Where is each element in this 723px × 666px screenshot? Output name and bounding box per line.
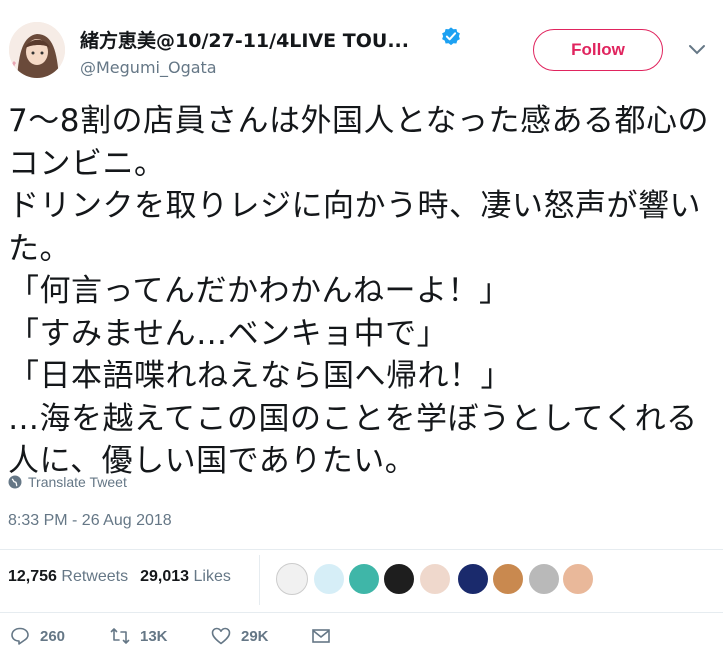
liker-avatar[interactable] [562, 563, 594, 595]
liker-avatar[interactable] [492, 563, 524, 595]
engagement-stats: 12,756 Retweets 29,013 Likes [8, 568, 231, 586]
liker-avatar[interactable] [313, 563, 345, 595]
liker-avatar[interactable] [457, 563, 489, 595]
divider [0, 612, 723, 613]
retweets-label: Retweets [61, 568, 129, 585]
reply-icon [11, 627, 29, 645]
translate-label[interactable]: Translate Tweet [28, 474, 127, 490]
liker-avatar[interactable] [383, 563, 415, 595]
retweets-count: 12,756 [8, 568, 57, 585]
liker-avatar[interactable] [276, 563, 308, 595]
translate-tweet-link[interactable]: Translate Tweet [8, 474, 127, 490]
chevron-down-icon[interactable] [688, 44, 706, 56]
reply-button[interactable]: 260 [10, 626, 65, 646]
message-icon [312, 629, 330, 643]
liker-avatar[interactable] [528, 563, 560, 595]
likes-stat[interactable]: 29,013 Likes [140, 568, 231, 585]
like-count: 29K [241, 627, 269, 645]
like-button[interactable]: 29K [211, 626, 269, 646]
liker-avatar[interactable] [348, 563, 380, 595]
retweets-stat[interactable]: 12,756 Retweets [8, 568, 128, 585]
stats-separator [259, 555, 260, 605]
reply-count: 260 [40, 627, 66, 645]
likes-label: Likes [193, 568, 231, 585]
handle[interactable]: @Megumi_Ogata [80, 58, 217, 77]
verified-icon [442, 27, 460, 46]
like-icon [211, 627, 231, 645]
retweet-count: 13K [140, 627, 168, 645]
follow-button[interactable]: Follow [533, 29, 663, 71]
avatar[interactable] [9, 22, 65, 78]
tweet-header: 緒方恵美@10/27-11/4LIVE TOU... @Megumi_Ogata… [0, 0, 723, 90]
tweet-actions: 260 13K 29K [0, 620, 723, 660]
liker-avatar[interactable] [419, 563, 451, 595]
direct-message-button[interactable] [311, 626, 331, 646]
globe-icon [8, 475, 22, 489]
timestamp[interactable]: 8:33 PM - 26 Aug 2018 [8, 512, 172, 530]
display-name[interactable]: 緒方恵美@10/27-11/4LIVE TOU... [80, 26, 409, 53]
tweet-text: 7〜8割の店員さんは外国人となった感ある都心のコンビニ。 ドリンクを取りレジに向… [8, 103, 710, 479]
retweet-icon [110, 628, 130, 644]
retweet-button[interactable]: 13K [110, 626, 168, 646]
divider [0, 549, 723, 550]
likes-count: 29,013 [140, 568, 190, 585]
